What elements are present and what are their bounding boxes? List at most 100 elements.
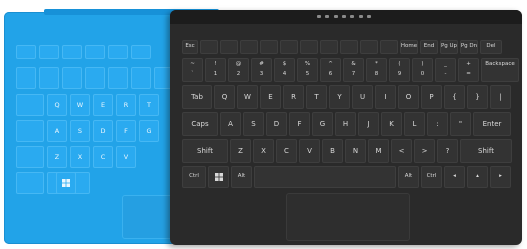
alt-key[interactable]: Alt — [398, 166, 419, 188]
letter-key[interactable]: N — [345, 139, 366, 163]
number-key[interactable]: * 8 — [366, 58, 387, 82]
letter-key[interactable]: J — [358, 112, 379, 136]
blue-key[interactable]: Q — [47, 94, 67, 116]
space-key[interactable] — [254, 166, 396, 188]
blue-key[interactable] — [108, 67, 128, 89]
fn-key[interactable] — [260, 40, 278, 54]
letter-key[interactable]: E — [260, 85, 281, 109]
letter-key[interactable]: P — [421, 85, 442, 109]
arrow-key[interactable]: ▴ — [467, 166, 488, 188]
letter-key[interactable]: | — [490, 85, 511, 109]
letter-key[interactable]: Caps — [182, 112, 218, 136]
letter-key[interactable]: T — [306, 85, 327, 109]
letter-key[interactable]: L — [404, 112, 425, 136]
fn-key[interactable] — [200, 40, 218, 54]
letter-key[interactable]: > — [414, 139, 435, 163]
blue-key[interactable] — [39, 67, 59, 89]
number-key[interactable]: @2 — [228, 58, 249, 82]
fn-key[interactable]: Home — [400, 40, 418, 54]
blue-key[interactable] — [16, 94, 44, 116]
blue-key[interactable] — [85, 45, 105, 59]
letter-key[interactable]: { — [444, 85, 465, 109]
blue-key[interactable] — [39, 45, 59, 59]
letter-key[interactable]: B — [322, 139, 343, 163]
fn-key[interactable]: Pg Dn — [460, 40, 478, 54]
number-key[interactable]: $4 — [274, 58, 295, 82]
letter-key[interactable]: } — [467, 85, 488, 109]
fn-key[interactable]: End — [420, 40, 438, 54]
letter-key[interactable]: X — [253, 139, 274, 163]
number-key[interactable]: ^ 6 — [320, 58, 341, 82]
letter-key[interactable]: : — [427, 112, 448, 136]
blue-key[interactable] — [108, 45, 128, 59]
letter-key[interactable]: K — [381, 112, 402, 136]
windows-key[interactable] — [56, 172, 76, 194]
blue-key[interactable]: E — [93, 94, 113, 116]
letter-key[interactable]: Tab — [182, 85, 212, 109]
blue-key[interactable]: A — [47, 120, 67, 142]
blue-key[interactable]: W — [70, 94, 90, 116]
letter-key[interactable]: A — [220, 112, 241, 136]
letter-key[interactable]: C — [276, 139, 297, 163]
blue-key[interactable] — [16, 45, 36, 59]
blue-key[interactable] — [62, 45, 82, 59]
fn-key[interactable] — [240, 40, 258, 54]
number-key[interactable]: ) 0 — [412, 58, 433, 82]
arrow-key[interactable]: ▸ — [490, 166, 511, 188]
fn-key[interactable] — [320, 40, 338, 54]
ctrl-key[interactable]: Ctrl — [421, 166, 442, 188]
fn-key[interactable] — [340, 40, 358, 54]
number-key[interactable]: % 5 — [297, 58, 318, 82]
number-key[interactable]: (9 — [389, 58, 410, 82]
letter-key[interactable]: Z — [230, 139, 251, 163]
letter-key[interactable]: R — [283, 85, 304, 109]
letter-key[interactable]: Shift — [182, 139, 228, 163]
blue-key[interactable] — [131, 67, 151, 89]
blue-key[interactable]: D — [93, 120, 113, 142]
letter-key[interactable]: S — [243, 112, 264, 136]
number-key[interactable]: Backspace — [481, 58, 519, 82]
letter-key[interactable]: U — [352, 85, 373, 109]
blue-key[interactable] — [16, 146, 44, 168]
blue-key[interactable]: X — [70, 146, 90, 168]
letter-key[interactable]: Shift — [460, 139, 512, 163]
fn-key[interactable] — [380, 40, 398, 54]
number-key[interactable]: #3 — [251, 58, 272, 82]
ctrl-key[interactable]: Ctrl — [182, 166, 206, 188]
number-key[interactable]: ! 1 — [205, 58, 226, 82]
fn-key[interactable] — [280, 40, 298, 54]
blue-key[interactable] — [85, 67, 105, 89]
black-trackpad[interactable] — [286, 193, 410, 241]
fn-key[interactable]: Pg Up — [440, 40, 458, 54]
number-key[interactable]: & 7 — [343, 58, 364, 82]
blue-key[interactable] — [131, 45, 151, 59]
letter-key[interactable]: Q — [214, 85, 235, 109]
fn-key[interactable] — [300, 40, 318, 54]
letter-key[interactable]: < — [391, 139, 412, 163]
letter-key[interactable]: F — [289, 112, 310, 136]
letter-key[interactable]: O — [398, 85, 419, 109]
letter-key[interactable]: D — [266, 112, 287, 136]
blue-key[interactable]: R — [116, 94, 136, 116]
fn-key[interactable]: Del — [480, 40, 502, 54]
fn-key[interactable] — [220, 40, 238, 54]
letter-key[interactable]: W — [237, 85, 258, 109]
letter-key[interactable]: G — [312, 112, 333, 136]
fn-key[interactable]: Esc — [182, 40, 198, 54]
letter-key[interactable]: I — [375, 85, 396, 109]
alt-key[interactable]: Alt — [231, 166, 252, 188]
blue-key[interactable] — [62, 67, 82, 89]
blue-key[interactable]: S — [70, 120, 90, 142]
arrow-key[interactable]: ◂ — [444, 166, 465, 188]
blue-key[interactable]: F — [116, 120, 136, 142]
letter-key[interactable]: Y — [329, 85, 350, 109]
blue-key[interactable] — [16, 120, 44, 142]
number-key[interactable]: + = — [458, 58, 479, 82]
letter-key[interactable]: H — [335, 112, 356, 136]
number-key[interactable]: _ - — [435, 58, 456, 82]
letter-key[interactable]: ? — [437, 139, 458, 163]
letter-key[interactable]: M — [368, 139, 389, 163]
number-key[interactable]: ~ ` — [182, 58, 203, 82]
letter-key[interactable]: V — [299, 139, 320, 163]
blue-key[interactable] — [16, 172, 44, 194]
